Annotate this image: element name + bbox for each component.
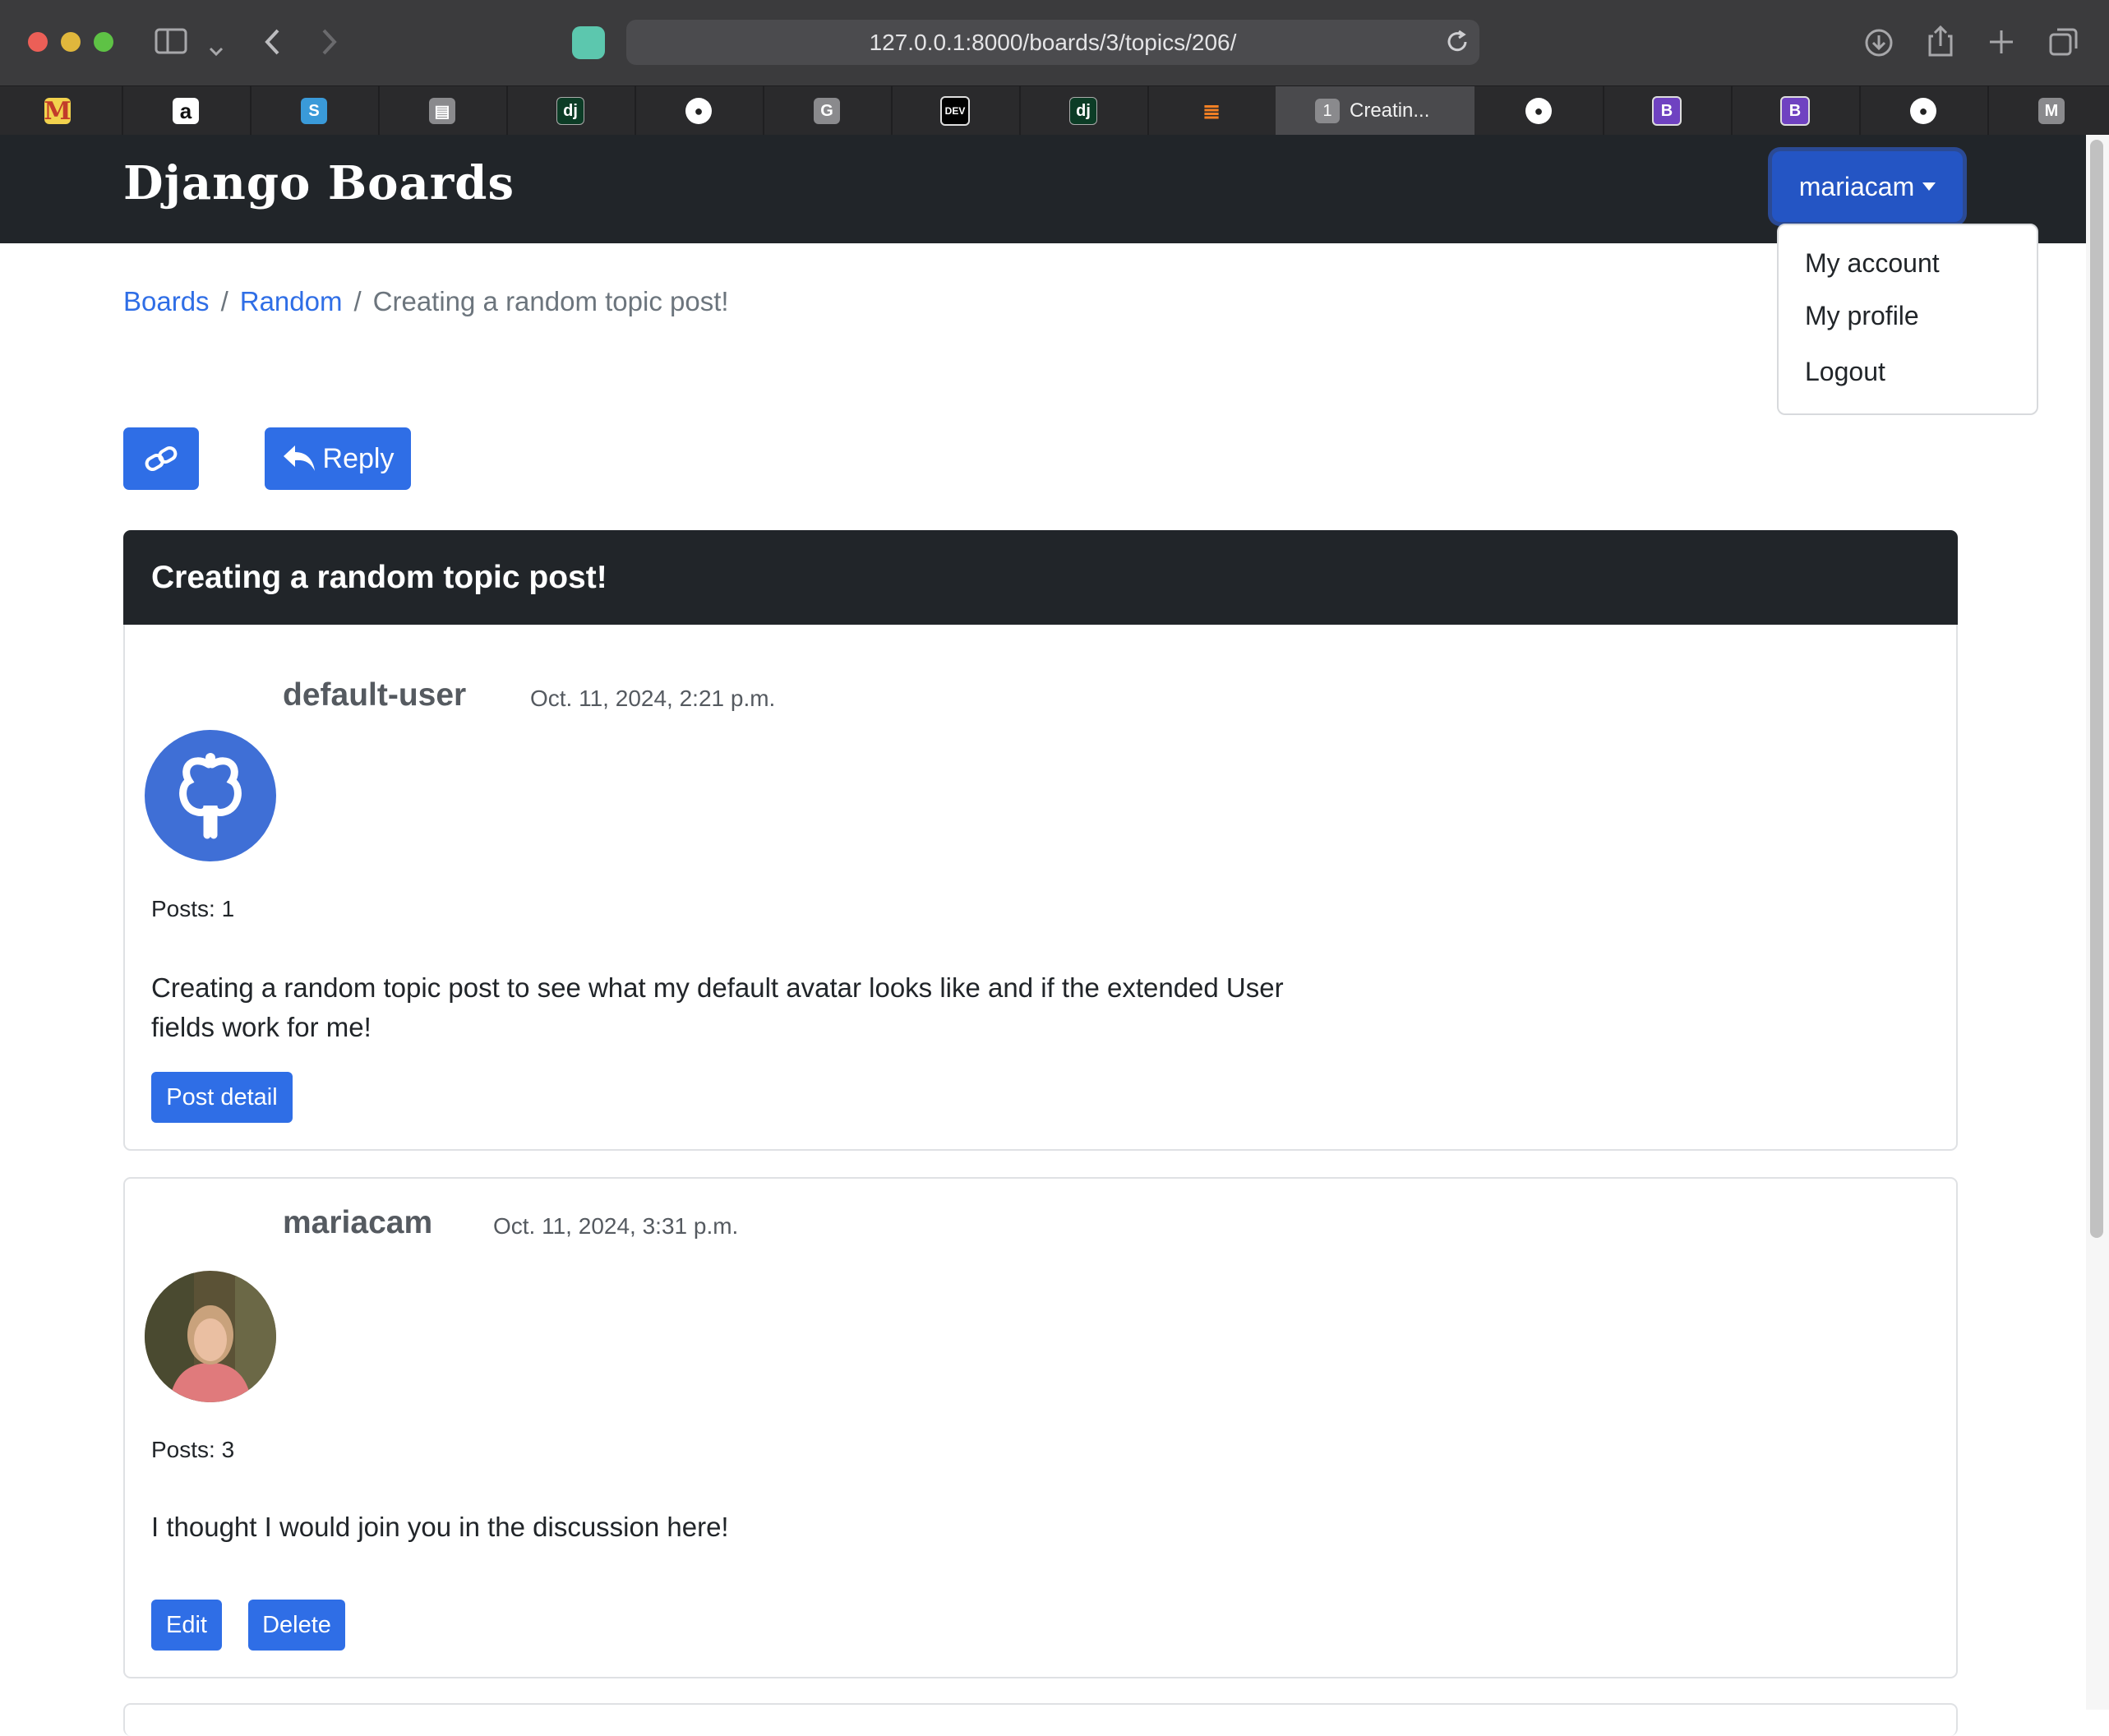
browser-titlebar: 127.0.0.1:8000/boards/3/topics/206/	[0, 0, 2109, 85]
site-shield-icon[interactable]	[572, 26, 605, 59]
tab-bar: M a S ▤ dj ● G DEV dj ≣ 1 Creatin... ● B…	[0, 85, 2109, 136]
reply-label: Reply	[322, 442, 395, 474]
default-avatar	[145, 730, 276, 861]
address-bar[interactable]: 127.0.0.1:8000/boards/3/topics/206/	[626, 20, 1479, 65]
edit-post-button[interactable]: Edit	[151, 1600, 222, 1651]
post-date: Oct. 11, 2024, 3:31 p.m.	[493, 1213, 739, 1239]
tab-dev[interactable]: DEV	[912, 86, 998, 136]
tab-gmail[interactable]: M	[15, 86, 100, 136]
breadcrumb-boards-link[interactable]: Boards	[123, 286, 210, 316]
google-icon: G	[814, 98, 840, 124]
author-post-count: Posts: 1	[151, 896, 235, 921]
post-message: Creating a random topic post to see what…	[151, 972, 1284, 1042]
tab-stackoverflow[interactable]: ≣	[1169, 86, 1254, 136]
post-card	[123, 1177, 1958, 1678]
github-icon: ●	[685, 98, 712, 124]
butterfly-avatar-icon	[179, 753, 242, 839]
tab-m[interactable]: M	[2009, 86, 2094, 136]
breadcrumb: Boards / Random / Creating a random topic po…	[123, 286, 729, 317]
menu-item-logout[interactable]: Logout	[1805, 357, 1885, 387]
github-icon: ●	[1910, 98, 1936, 124]
stackoverflow-icon: ≣	[1202, 98, 1221, 123]
topic-title: Creating a random topic post!	[123, 530, 1958, 625]
downloads-icon[interactable]	[1864, 28, 1894, 62]
breadcrumb-separator: /	[220, 286, 228, 316]
user-menu-button[interactable]: mariacam	[1772, 151, 1963, 222]
reload-icon[interactable]	[1445, 30, 1470, 59]
copy-link-button[interactable]	[123, 427, 199, 490]
share-icon[interactable]	[1927, 25, 1954, 62]
site-brand[interactable]: Django Boards	[123, 156, 515, 210]
tab-github-3[interactable]: ●	[1881, 86, 1966, 136]
new-tab-icon[interactable]	[1987, 28, 2015, 61]
tab-reader[interactable]: ▤	[399, 86, 485, 136]
avatar-photo	[145, 1271, 276, 1402]
tab-bootstrap[interactable]: B	[1624, 86, 1710, 136]
username-label: mariacam	[1798, 171, 1915, 201]
m-icon: M	[2038, 98, 2065, 124]
tab-github-2[interactable]: ●	[1496, 86, 1581, 136]
reader-icon: ▤	[429, 98, 455, 124]
scrollbar-thumb[interactable]	[2090, 140, 2103, 1238]
back-icon[interactable]	[263, 28, 281, 61]
post-author: default-user	[283, 677, 467, 713]
user-dropdown-menu: My account My profile Logout	[1777, 224, 2038, 415]
menu-item-my-profile[interactable]: My profile	[1805, 301, 1919, 331]
dev-icon: DEV	[940, 96, 970, 126]
reply-icon	[283, 446, 315, 471]
tab-amazon[interactable]: a	[143, 86, 228, 136]
delete-post-button[interactable]: Delete	[248, 1600, 345, 1651]
zoom-window-button[interactable]	[94, 32, 113, 52]
post-message: I thought I would join you in the discus…	[151, 1512, 729, 1542]
sidebar-toggle-icon[interactable]	[155, 28, 187, 59]
user-avatar-photo	[145, 1271, 276, 1402]
link-icon	[145, 446, 178, 471]
forward-icon[interactable]	[321, 28, 339, 61]
menu-item-my-account[interactable]: My account	[1805, 248, 1940, 279]
github-icon: ●	[1525, 98, 1552, 124]
url-text: 127.0.0.1:8000/boards/3/topics/206/	[869, 30, 1237, 55]
tab-github[interactable]: ●	[656, 86, 741, 136]
tab-google[interactable]: G	[784, 86, 870, 136]
tab-django[interactable]: dj	[528, 86, 613, 136]
gmail-icon: M	[44, 96, 72, 126]
author-post-count: Posts: 3	[151, 1437, 235, 1462]
chevron-down-icon[interactable]	[209, 35, 224, 62]
breadcrumb-board-link[interactable]: Random	[240, 286, 343, 316]
close-window-button[interactable]	[28, 32, 48, 52]
bootstrap-icon: B	[1780, 96, 1810, 126]
tab-badge: 1	[1315, 99, 1340, 123]
tab-active[interactable]: 1 Creatin...	[1276, 86, 1474, 136]
bootstrap-icon: B	[1652, 96, 1682, 126]
tab-s[interactable]: S	[271, 86, 357, 136]
caret-down-icon	[1922, 182, 1936, 191]
post-author: mariacam	[283, 1205, 433, 1240]
django-icon: dj	[1069, 97, 1097, 125]
tab-django-2[interactable]: dj	[1041, 86, 1126, 136]
amazon-icon: a	[173, 98, 199, 124]
post-card	[123, 1703, 1958, 1736]
minimize-window-button[interactable]	[61, 32, 81, 52]
tab-overview-icon[interactable]	[2048, 26, 2079, 62]
s-icon: S	[301, 98, 327, 124]
tab-bootstrap-2[interactable]: B	[1752, 86, 1838, 136]
post-detail-button[interactable]: Post detail	[151, 1072, 293, 1123]
reply-button[interactable]: Reply	[265, 427, 411, 490]
breadcrumb-current: Creating a random topic post!	[372, 286, 729, 316]
tab-title: Creatin...	[1350, 99, 1430, 122]
breadcrumb-separator: /	[353, 286, 362, 316]
django-icon: dj	[556, 97, 584, 125]
post-date: Oct. 11, 2024, 2:21 p.m.	[530, 686, 776, 711]
